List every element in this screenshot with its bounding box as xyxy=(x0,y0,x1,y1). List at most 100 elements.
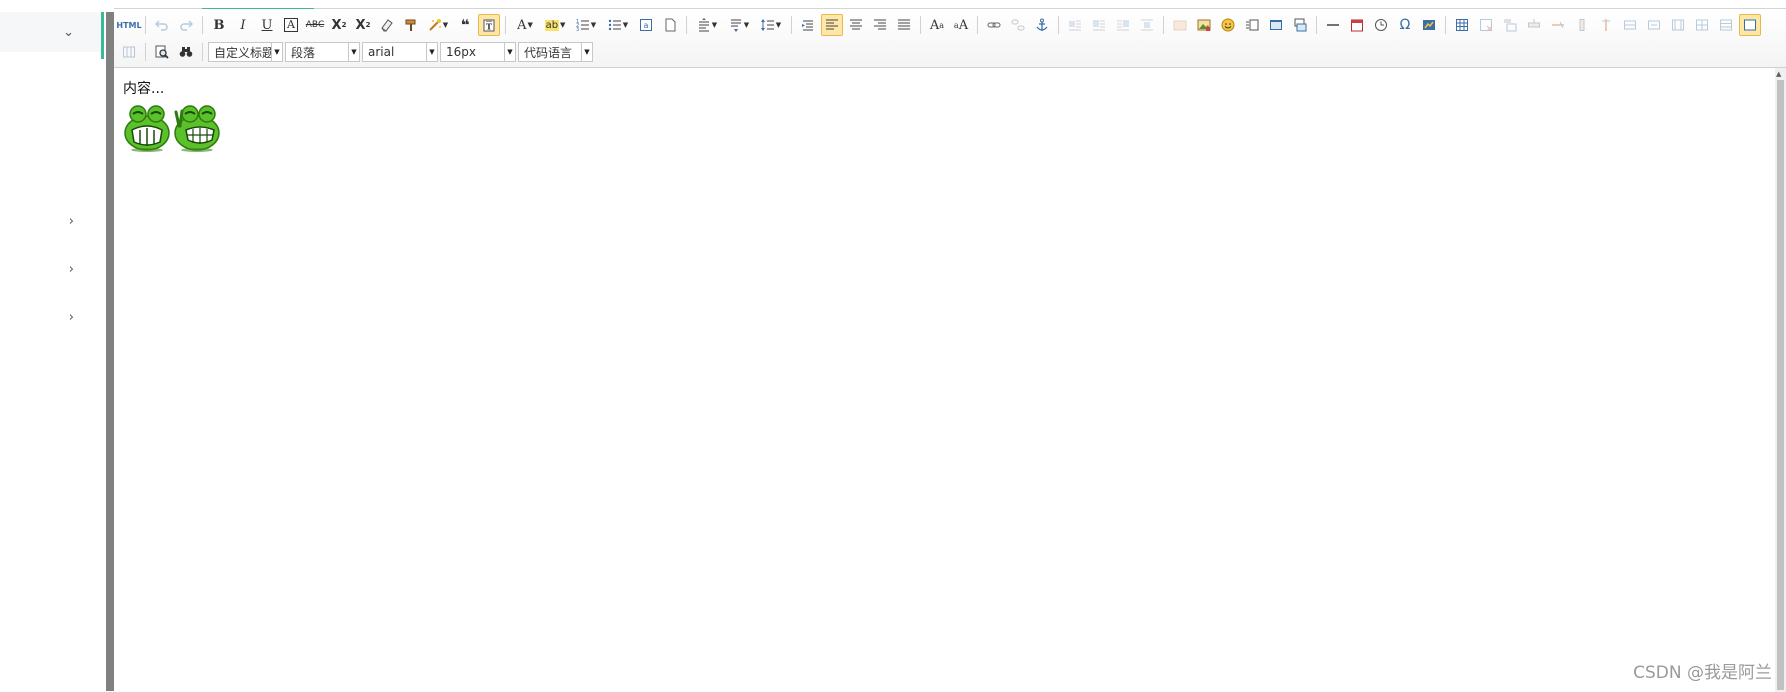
frog-emoticon-victory[interactable] xyxy=(173,102,221,152)
merge-right-icon[interactable] xyxy=(1643,14,1665,36)
font-border-icon[interactable]: A xyxy=(280,14,302,36)
dropdown-arrow-icon: ▼ xyxy=(590,21,597,29)
search-replace-icon[interactable] xyxy=(175,41,197,63)
content-placeholder-text[interactable]: 内容... xyxy=(123,78,164,98)
merge-down-icon[interactable] xyxy=(1667,14,1689,36)
format-painter-icon[interactable] xyxy=(400,14,422,36)
direction-ltr-icon[interactable] xyxy=(797,14,819,36)
image-none-icon[interactable] xyxy=(1064,14,1086,36)
select-all-icon[interactable]: a xyxy=(635,14,657,36)
split-to-cols-icon[interactable] xyxy=(118,41,140,63)
toolbar-separator xyxy=(145,16,146,34)
dropdown-arrow-icon: ▼ xyxy=(271,43,282,61)
sidebar-active-accent xyxy=(101,12,104,59)
strikethrough-icon[interactable]: ABC xyxy=(304,14,326,36)
insert-table-icon[interactable] xyxy=(1451,14,1473,36)
watermark-text: CSDN @我是阿兰 xyxy=(1633,663,1772,683)
image-right-icon[interactable] xyxy=(1112,14,1134,36)
paste-plain-icon[interactable]: T xyxy=(478,14,500,36)
dropdown-arrow-icon: ▼ xyxy=(775,21,782,29)
dropdown-arrow-icon: ▼ xyxy=(711,21,718,29)
code-language-select[interactable]: 代码语言 ▼ xyxy=(518,42,593,62)
bold-icon[interactable]: B xyxy=(208,14,230,36)
toolbar-separator xyxy=(202,16,203,34)
scroll-up-arrow-icon[interactable]: ▲ xyxy=(1776,70,1781,78)
subscript-icon[interactable]: X2 xyxy=(352,14,374,36)
font-color-icon[interactable]: A ▼ xyxy=(511,14,539,36)
unordered-list-icon[interactable]: ▼ xyxy=(603,14,633,36)
eraser-icon[interactable] xyxy=(376,14,398,36)
insert-col-icon[interactable] xyxy=(1571,14,1593,36)
row-spacing-bottom-icon[interactable]: ▼ xyxy=(724,14,754,36)
sidebar-item-2[interactable]: › xyxy=(0,249,104,289)
date-icon[interactable] xyxy=(1346,14,1368,36)
paragraph-select[interactable]: 段落 ▼ xyxy=(285,42,360,62)
image-left-icon[interactable] xyxy=(1088,14,1110,36)
touppercase-icon[interactable]: Aa xyxy=(926,14,948,36)
sidebar-item-expanded[interactable]: ⌄ xyxy=(0,12,104,52)
chevron-right-icon: › xyxy=(68,213,74,229)
superscript-icon[interactable]: X2 xyxy=(328,14,350,36)
underline-icon[interactable]: U xyxy=(256,14,278,36)
merge-cells-icon[interactable] xyxy=(1619,14,1641,36)
toolbar-separator xyxy=(977,16,978,34)
auto-typeset-icon[interactable]: ▼ xyxy=(424,14,452,36)
insert-code-icon[interactable] xyxy=(1265,14,1287,36)
insert-frame-icon[interactable] xyxy=(1241,14,1263,36)
font-family-select[interactable]: arial ▼ xyxy=(362,42,438,62)
align-center-icon[interactable] xyxy=(845,14,867,36)
row-spacing-top-icon[interactable]: ▼ xyxy=(692,14,722,36)
italic-icon[interactable]: I xyxy=(232,14,254,36)
clear-doc-icon[interactable] xyxy=(659,14,681,36)
emoticon-images xyxy=(123,102,221,152)
frog-emoticon-grin[interactable] xyxy=(123,102,171,152)
split-to-cols-active-icon[interactable] xyxy=(1739,14,1761,36)
align-right-icon[interactable] xyxy=(869,14,891,36)
html-source-icon[interactable]: HTML xyxy=(116,14,141,36)
editor-content-area[interactable]: 内容... xyxy=(114,68,1775,692)
unlink-icon[interactable] xyxy=(1007,14,1029,36)
font-size-select[interactable]: 16px ▼ xyxy=(440,42,516,62)
custom-style-select[interactable]: 自定义标题 ▼ xyxy=(208,42,283,62)
insert-paragraph-before-table-icon[interactable] xyxy=(1499,14,1521,36)
chevron-down-icon: ⌄ xyxy=(63,24,74,40)
dropdown-arrow-icon: ▼ xyxy=(622,21,629,29)
dropdown-arrow-icon: ▼ xyxy=(348,43,359,61)
wordimage-icon[interactable] xyxy=(1418,14,1440,36)
sidebar-item-1[interactable]: › xyxy=(0,201,104,241)
horizontal-rule-icon[interactable] xyxy=(1322,14,1344,36)
background-color-icon[interactable]: ab ▼ xyxy=(541,14,569,36)
print-preview-icon[interactable] xyxy=(151,41,173,63)
sidebar-divider[interactable] xyxy=(106,12,114,691)
blockquote-icon[interactable]: ❝ xyxy=(454,14,476,36)
split-to-rows-icon[interactable] xyxy=(1715,14,1737,36)
split-to-cells-icon[interactable] xyxy=(1691,14,1713,36)
time-icon[interactable] xyxy=(1370,14,1392,36)
simple-upload-icon[interactable] xyxy=(1169,14,1191,36)
page-break-icon[interactable] xyxy=(1289,14,1311,36)
anchor-icon[interactable] xyxy=(1031,14,1053,36)
tolowercase-icon[interactable]: aA xyxy=(950,14,972,36)
insert-row-icon[interactable] xyxy=(1523,14,1545,36)
content-scrollbar[interactable]: ▲ xyxy=(1775,68,1786,692)
delete-row-icon[interactable] xyxy=(1547,14,1569,36)
line-height-icon[interactable]: ▼ xyxy=(756,14,786,36)
redo-icon[interactable] xyxy=(175,14,197,36)
ordered-list-icon[interactable]: 123 ▼ xyxy=(571,14,601,36)
image-center-icon[interactable] xyxy=(1136,14,1158,36)
left-sidebar: ⌄ › › › xyxy=(0,0,104,691)
sidebar-item-3[interactable]: › xyxy=(0,297,104,337)
link-icon[interactable] xyxy=(983,14,1005,36)
undo-icon[interactable] xyxy=(151,14,173,36)
delete-table-icon[interactable] xyxy=(1475,14,1497,36)
dropdown-arrow-icon: ▼ xyxy=(426,43,437,61)
toolbar-separator xyxy=(1445,16,1446,34)
special-chars-icon[interactable]: Ω xyxy=(1394,14,1416,36)
align-left-icon[interactable] xyxy=(821,14,843,36)
insert-image-icon[interactable] xyxy=(1193,14,1215,36)
justify-icon[interactable] xyxy=(893,14,915,36)
scrollbar-thumb[interactable] xyxy=(1777,80,1784,690)
emoticon-icon[interactable] xyxy=(1217,14,1239,36)
toolbar-separator xyxy=(1316,16,1317,34)
delete-col-icon[interactable] xyxy=(1595,14,1617,36)
